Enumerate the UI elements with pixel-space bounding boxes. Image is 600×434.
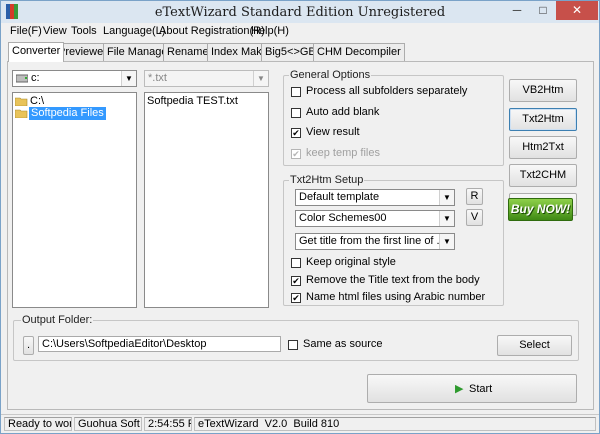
start-button[interactable]: ▶ Start xyxy=(367,374,577,403)
menu-file[interactable]: File(F) xyxy=(10,25,42,37)
menu-bar: File(F) View Tools Language(L) About Reg… xyxy=(1,23,599,40)
tab-big5-gb[interactable]: Big5<>GB xyxy=(261,43,320,61)
checkbox-label: View result xyxy=(306,126,360,138)
title-bar: eTextWizard Standard Edition Unregistere… xyxy=(1,1,599,24)
select-button[interactable]: Select xyxy=(497,335,572,356)
tab-chm-decompiler[interactable]: CHM Decompiler xyxy=(313,43,405,61)
template-r-button[interactable]: R xyxy=(466,188,483,205)
status-bar: Ready to work Guohua Soft 2:54:55 PM eTe… xyxy=(1,414,599,433)
txt2chm-button[interactable]: Txt2CHM xyxy=(509,164,577,187)
open-folder-icon xyxy=(15,97,28,106)
title-mode-value: Get title from the first line of .txt xyxy=(299,235,452,247)
checkbox-label: Name html files using Arabic number xyxy=(306,291,486,303)
menu-tools[interactable]: Tools xyxy=(71,25,97,37)
keep-original-style-checkbox[interactable] xyxy=(291,258,301,268)
menu-language[interactable]: Language(L) xyxy=(103,25,165,37)
converter-panel: c: ▼ C:\ Softpedia Files *.txt ▼ Softped… xyxy=(7,61,594,410)
htm2txt-button[interactable]: Htm2Txt xyxy=(509,136,577,159)
output-path-input[interactable]: C:\Users\SoftpediaEditor\Desktop xyxy=(38,336,281,352)
template-value: Default template xyxy=(299,191,380,203)
title-mode-select[interactable]: Get title from the first line of .txt ▼ xyxy=(295,233,455,250)
same-as-source-checkbox[interactable] xyxy=(288,340,298,350)
chevron-down-icon[interactable]: ▼ xyxy=(439,190,454,205)
browse-button[interactable]: . xyxy=(23,336,34,355)
file-filter-select[interactable]: *.txt ▼ xyxy=(144,70,269,87)
folder-tree[interactable]: C:\ Softpedia Files xyxy=(12,92,137,308)
checkbox-label: Auto add blank xyxy=(306,106,380,118)
status-message: Ready to work xyxy=(4,417,72,431)
folder-label: C:\ xyxy=(30,95,45,107)
close-button[interactable]: ✕ xyxy=(556,1,598,20)
group-title: Txt2Htm Setup xyxy=(289,174,365,186)
app-window: eTextWizard Standard Edition Unregistere… xyxy=(0,0,600,434)
checkbox-label: Keep original style xyxy=(306,256,396,268)
arabic-number-checkbox[interactable]: ✔ xyxy=(291,293,301,303)
txt2htm-setup-group: Txt2Htm Setup Default template ▼ R Color… xyxy=(283,174,504,306)
checkbox-label: keep temp files xyxy=(306,147,380,159)
tab-converter[interactable]: Converter xyxy=(8,42,65,62)
drive-icon xyxy=(16,74,28,83)
buy-now-button[interactable]: Buy NOW! xyxy=(508,198,573,221)
remove-title-checkbox[interactable]: ✔ xyxy=(291,276,301,286)
minimize-button[interactable]: ─ xyxy=(504,1,530,20)
keep-temp-files-checkbox[interactable]: ✔ xyxy=(291,149,301,159)
chevron-down-icon[interactable]: ▼ xyxy=(253,71,268,86)
drive-value: c: xyxy=(31,72,40,84)
file-list[interactable]: Softpedia TEST.txt xyxy=(144,92,269,308)
folder-label: Softpedia Files xyxy=(29,107,106,120)
group-title: General Options xyxy=(289,69,372,81)
color-scheme-select[interactable]: Color Schemes00 ▼ xyxy=(295,210,455,227)
auto-add-blank-checkbox[interactable] xyxy=(291,108,301,118)
start-label: Start xyxy=(469,383,493,395)
status-version: eTextWizard V2.0 Build 810 xyxy=(194,417,596,431)
general-options-group: General Options Process all subfolders s… xyxy=(283,69,504,166)
menu-view[interactable]: View xyxy=(43,25,67,37)
checkbox-label: Remove the Title text from the body xyxy=(306,274,480,286)
view-result-checkbox[interactable]: ✔ xyxy=(291,128,301,138)
maximize-button[interactable]: □ xyxy=(530,1,556,20)
folder-item-selected[interactable]: Softpedia Files xyxy=(15,107,134,120)
scheme-v-button[interactable]: V xyxy=(466,209,483,226)
checkbox-label: Same as source xyxy=(303,338,383,350)
template-select[interactable]: Default template ▼ xyxy=(295,189,455,206)
menu-help[interactable]: Help(H) xyxy=(251,25,289,37)
chevron-down-icon[interactable]: ▼ xyxy=(439,234,454,249)
status-company: Guohua Soft xyxy=(74,417,142,431)
chevron-down-icon[interactable]: ▼ xyxy=(439,211,454,226)
menu-about-registration[interactable]: About Registration(R) xyxy=(159,25,265,37)
status-time: 2:54:55 PM xyxy=(144,417,192,431)
play-icon: ▶ xyxy=(455,383,464,395)
scheme-value: Color Schemes00 xyxy=(299,212,387,224)
file-item[interactable]: Softpedia TEST.txt xyxy=(147,95,238,107)
vb2htm-button[interactable]: VB2Htm xyxy=(509,79,577,102)
checkbox-label: Process all subfolders separately xyxy=(306,85,468,97)
chevron-down-icon[interactable]: ▼ xyxy=(121,71,136,86)
open-folder-icon xyxy=(15,109,28,118)
txt2htm-button[interactable]: Txt2Htm xyxy=(509,108,577,131)
filter-value: *.txt xyxy=(148,72,167,84)
subfolders-checkbox[interactable] xyxy=(291,87,301,97)
drive-select[interactable]: c: ▼ xyxy=(12,70,137,87)
group-title: Output Folder: xyxy=(21,314,94,326)
output-folder-group: Output Folder: . C:\Users\SoftpediaEdito… xyxy=(13,314,579,361)
